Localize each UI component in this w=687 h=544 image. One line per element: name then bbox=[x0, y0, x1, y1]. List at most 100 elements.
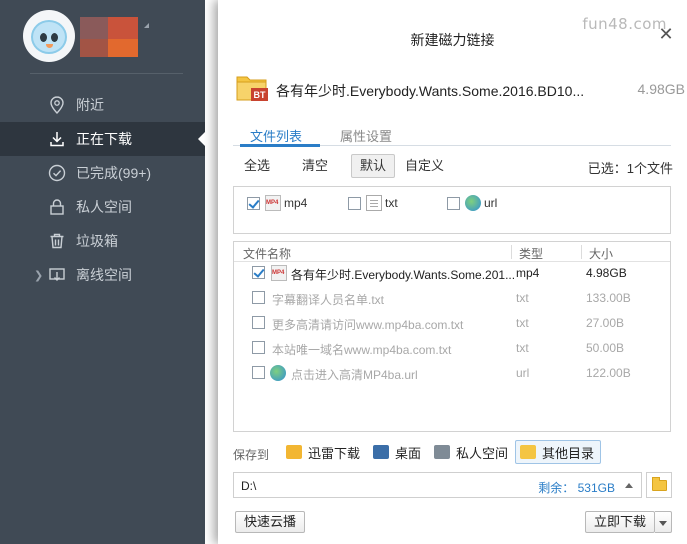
private-space-icon bbox=[434, 445, 450, 459]
tab-properties[interactable]: 属性设置 bbox=[340, 126, 392, 145]
txt-checkbox[interactable] bbox=[348, 196, 361, 210]
torrent-name: 各有年少时.Everybody.Wants.Some.2016.BD10... bbox=[276, 83, 585, 99]
cloud-play-button[interactable]: 快速云播 bbox=[235, 511, 306, 533]
save-option-label: 桌面 bbox=[395, 445, 422, 461]
download-now-button[interactable]: 立即下载 bbox=[585, 511, 655, 533]
location-pin-icon bbox=[48, 96, 66, 114]
save-to-desktop-button[interactable]: 桌面 bbox=[368, 440, 428, 464]
type-filter-txt[interactable]: txt bbox=[348, 194, 398, 212]
save-to-private-space-button[interactable]: 私人空间 bbox=[429, 440, 515, 464]
expand-arrow-icon[interactable]: ❯ bbox=[34, 269, 43, 282]
file-name: 点击进入高清MP4ba.url bbox=[291, 368, 418, 382]
save-path-value: D:\ bbox=[241, 479, 257, 493]
type-filter-url[interactable]: url bbox=[447, 194, 497, 212]
save-to-label: 保存到 bbox=[233, 448, 270, 462]
save-to-xunlei-button[interactable]: 迅雷下载 bbox=[281, 440, 367, 464]
mp4-file-icon bbox=[265, 195, 281, 211]
file-row[interactable]: 点击进入高清MP4ba.url url 122.00B bbox=[234, 361, 670, 385]
file-type: mp4 bbox=[516, 266, 540, 280]
file-checkbox[interactable] bbox=[252, 266, 265, 279]
sidebar-item-completed[interactable]: 已完成(99+) bbox=[0, 156, 205, 190]
file-row[interactable]: 本站唯一域名www.mp4ba.com.txt txt 50.00B bbox=[234, 336, 670, 360]
sidebar-nav: 附近 正在下载 已完成(99+) 私人空间 垃圾箱 ❯ 离线空间 bbox=[0, 88, 205, 292]
save-option-label: 迅雷下载 bbox=[308, 445, 361, 461]
sidebar-item-downloading[interactable]: 正在下载 bbox=[0, 122, 205, 156]
select-all-button[interactable]: 全选 bbox=[235, 154, 279, 178]
default-button[interactable]: 默认 bbox=[351, 154, 396, 178]
username-blurred[interactable] bbox=[80, 17, 140, 59]
path-history-dropdown-icon[interactable] bbox=[625, 483, 633, 488]
file-row[interactable]: 各有年少时.Everybody.Wants.Some.201... mp4 4.… bbox=[234, 261, 670, 285]
column-type-header[interactable]: 类型 bbox=[519, 245, 543, 262]
file-row[interactable]: 字幕翻译人员名单.txt txt 133.00B bbox=[234, 286, 670, 310]
sidebar-item-label: 离线空间 bbox=[76, 267, 132, 283]
url-file-icon bbox=[465, 195, 481, 211]
close-button[interactable]: ✕ bbox=[657, 25, 675, 43]
sidebar-item-offline-space[interactable]: ❯ 离线空间 bbox=[0, 258, 205, 292]
active-tab-indicator bbox=[240, 144, 320, 147]
mp4-checkbox[interactable] bbox=[247, 196, 260, 210]
svg-text:BT: BT bbox=[254, 90, 266, 100]
file-type: txt bbox=[516, 316, 529, 330]
file-checkbox[interactable] bbox=[252, 291, 265, 304]
url-checkbox[interactable] bbox=[447, 196, 460, 210]
xunlei-folder-icon bbox=[286, 445, 302, 459]
sidebar-item-private-space[interactable]: 私人空间 bbox=[0, 190, 205, 224]
sidebar-item-trash[interactable]: 垃圾箱 bbox=[0, 224, 205, 258]
trash-icon bbox=[48, 232, 66, 250]
txt-file-icon bbox=[366, 195, 382, 211]
sidebar-item-label: 私人空间 bbox=[76, 199, 132, 215]
column-size-header[interactable]: 大小 bbox=[589, 245, 613, 262]
column-name-header[interactable]: 文件名称 bbox=[243, 245, 291, 262]
save-to-other-dir-button[interactable]: 其他目录 bbox=[515, 440, 602, 464]
custom-button[interactable]: 自定义 bbox=[396, 154, 453, 178]
browse-folder-button[interactable] bbox=[646, 472, 672, 498]
account-dropdown-icon[interactable] bbox=[144, 23, 149, 28]
sidebar-item-label: 正在下载 bbox=[76, 131, 132, 147]
file-checkbox[interactable] bbox=[252, 316, 265, 329]
sidebar-item-label: 垃圾箱 bbox=[76, 233, 118, 249]
dialog-title: 新建磁力链接 bbox=[410, 32, 495, 48]
filter-bar: 全选 清空 默认 自定义 已选：1个文件 bbox=[233, 154, 673, 178]
download-options-dropdown[interactable] bbox=[655, 511, 672, 533]
sidebar: 附近 正在下载 已完成(99+) 私人空间 垃圾箱 ❯ 离线空间 bbox=[0, 0, 205, 544]
type-filter-label: mp4 bbox=[284, 196, 308, 210]
file-type: txt bbox=[516, 291, 529, 305]
mascot-face-icon bbox=[31, 20, 67, 54]
file-type: url bbox=[516, 366, 530, 380]
file-size: 4.98GB bbox=[586, 266, 627, 280]
lock-icon bbox=[48, 198, 66, 216]
save-option-label: 私人空间 bbox=[456, 445, 509, 461]
file-type: txt bbox=[516, 341, 529, 355]
free-space: 剩余： 531GB bbox=[538, 481, 615, 495]
clear-button[interactable]: 清空 bbox=[293, 154, 337, 178]
file-size: 27.00B bbox=[586, 316, 625, 330]
tab-bar: 文件列表 属性设置 bbox=[233, 122, 671, 147]
type-filter-label: url bbox=[484, 196, 498, 210]
cloud-download-icon bbox=[48, 266, 66, 284]
file-checkbox[interactable] bbox=[252, 366, 265, 379]
torrent-size: 4.98GB bbox=[637, 81, 685, 97]
bt-folder-icon: BT bbox=[236, 72, 268, 102]
file-size: 122.00B bbox=[586, 366, 631, 380]
file-size: 50.00B bbox=[586, 341, 625, 355]
file-name: 更多高清请访问www.mp4ba.com.txt bbox=[272, 318, 464, 332]
new-magnet-dialog: fun48.com 新建磁力链接 ✕ BT 各有年少时.Everybody.Wa… bbox=[218, 0, 687, 544]
file-name: 各有年少时.Everybody.Wants.Some.201... bbox=[291, 268, 516, 282]
type-filter-mp4[interactable]: mp4 bbox=[247, 194, 307, 212]
folder-icon bbox=[520, 445, 536, 459]
sidebar-item-nearby[interactable]: 附近 bbox=[0, 88, 205, 122]
file-row[interactable]: 更多高清请访问www.mp4ba.com.txt txt 27.00B bbox=[234, 311, 670, 335]
save-path-input[interactable]: D:\ 剩余： 531GB bbox=[233, 472, 642, 498]
desktop-icon bbox=[373, 445, 389, 459]
file-list: 文件名称 类型 大小 各有年少时.Everybody.Wants.Some.20… bbox=[233, 241, 671, 432]
sidebar-item-label: 已完成(99+) bbox=[76, 165, 152, 181]
file-size: 133.00B bbox=[586, 291, 631, 305]
download-icon bbox=[48, 130, 66, 148]
file-list-header: 文件名称 类型 大小 bbox=[234, 242, 670, 262]
tab-file-list[interactable]: 文件列表 bbox=[250, 126, 302, 145]
file-checkbox[interactable] bbox=[252, 341, 265, 354]
mp4-file-icon bbox=[271, 265, 287, 281]
avatar[interactable] bbox=[23, 10, 75, 62]
check-circle-icon bbox=[48, 164, 66, 182]
